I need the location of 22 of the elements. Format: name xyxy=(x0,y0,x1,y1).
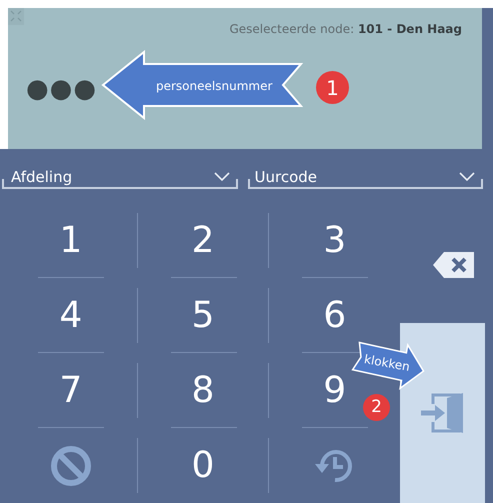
dropdown-field[interactable]: Afdeling xyxy=(2,167,238,189)
chevron-icon xyxy=(214,172,230,182)
selected-node-text: Geselecteerde node: 101 - Den Haag xyxy=(229,21,462,38)
digit-key[interactable]: 5 xyxy=(188,296,218,336)
digit-key[interactable]: 3 xyxy=(319,220,350,260)
digit-key[interactable]: 0 xyxy=(188,446,218,486)
pin-display: ●●● xyxy=(26,76,98,102)
digit-key[interactable]: 6 xyxy=(319,296,350,336)
digit-key[interactable]: 4 xyxy=(55,296,86,336)
backspace-icon xyxy=(432,251,476,279)
dropdown-field[interactable]: Uurcode xyxy=(248,167,483,189)
digit-key[interactable]: 1 xyxy=(55,220,86,260)
digit-key[interactable]: 2 xyxy=(188,220,218,260)
callout-label: klokken xyxy=(362,351,412,376)
digit-key[interactable]: 7 xyxy=(55,370,86,410)
chevron-icon xyxy=(459,172,475,182)
collapse-icon[interactable] xyxy=(8,8,24,25)
door-enter-icon xyxy=(420,390,464,436)
digit-key[interactable]: 8 xyxy=(188,370,218,410)
cancel-icon xyxy=(50,444,92,486)
digit-key[interactable]: 9 xyxy=(319,370,350,410)
callout-label: personeelsnummer xyxy=(156,78,272,95)
